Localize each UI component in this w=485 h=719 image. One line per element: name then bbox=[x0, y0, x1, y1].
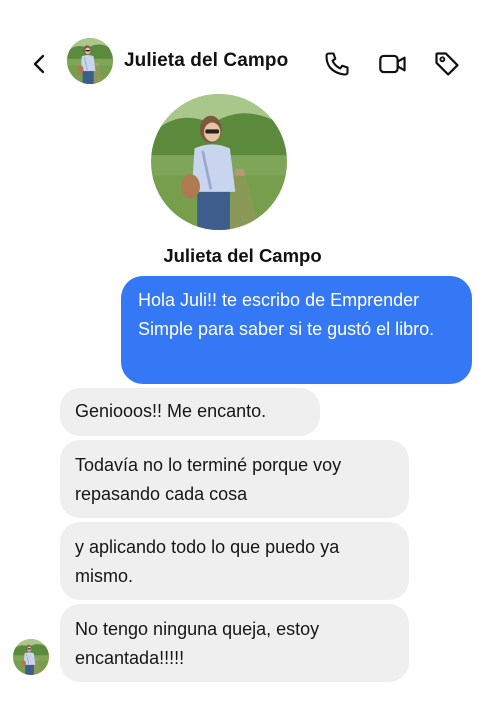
phone-icon[interactable] bbox=[322, 49, 352, 79]
sender-avatar[interactable] bbox=[13, 639, 49, 675]
sent-message[interactable]: Hola Juli!! te escribo de Emprender Simp… bbox=[121, 276, 472, 384]
profile-avatar[interactable] bbox=[151, 94, 287, 230]
chat-screen: Julieta del Campo Julieta del Campo Hola… bbox=[0, 0, 485, 719]
received-message[interactable]: y aplicando todo lo que puedo ya mismo. bbox=[60, 522, 409, 600]
received-message[interactable]: Todavía no lo terminé porque voy repasan… bbox=[60, 440, 409, 518]
received-message[interactable]: Geniooos!! Me encanto. bbox=[60, 388, 320, 436]
video-camera-icon[interactable] bbox=[378, 49, 408, 79]
contact-name[interactable]: Julieta del Campo bbox=[124, 50, 288, 72]
profile-name: Julieta del Campo bbox=[0, 245, 485, 267]
chat-header: Julieta del Campo bbox=[0, 34, 485, 90]
avatar[interactable] bbox=[67, 38, 113, 84]
back-icon[interactable] bbox=[26, 50, 54, 78]
received-message[interactable]: No tengo ninguna queja, estoy encantada!… bbox=[60, 604, 409, 682]
tag-icon[interactable] bbox=[432, 49, 462, 79]
profile-name-text: Julieta del Campo bbox=[163, 245, 322, 266]
